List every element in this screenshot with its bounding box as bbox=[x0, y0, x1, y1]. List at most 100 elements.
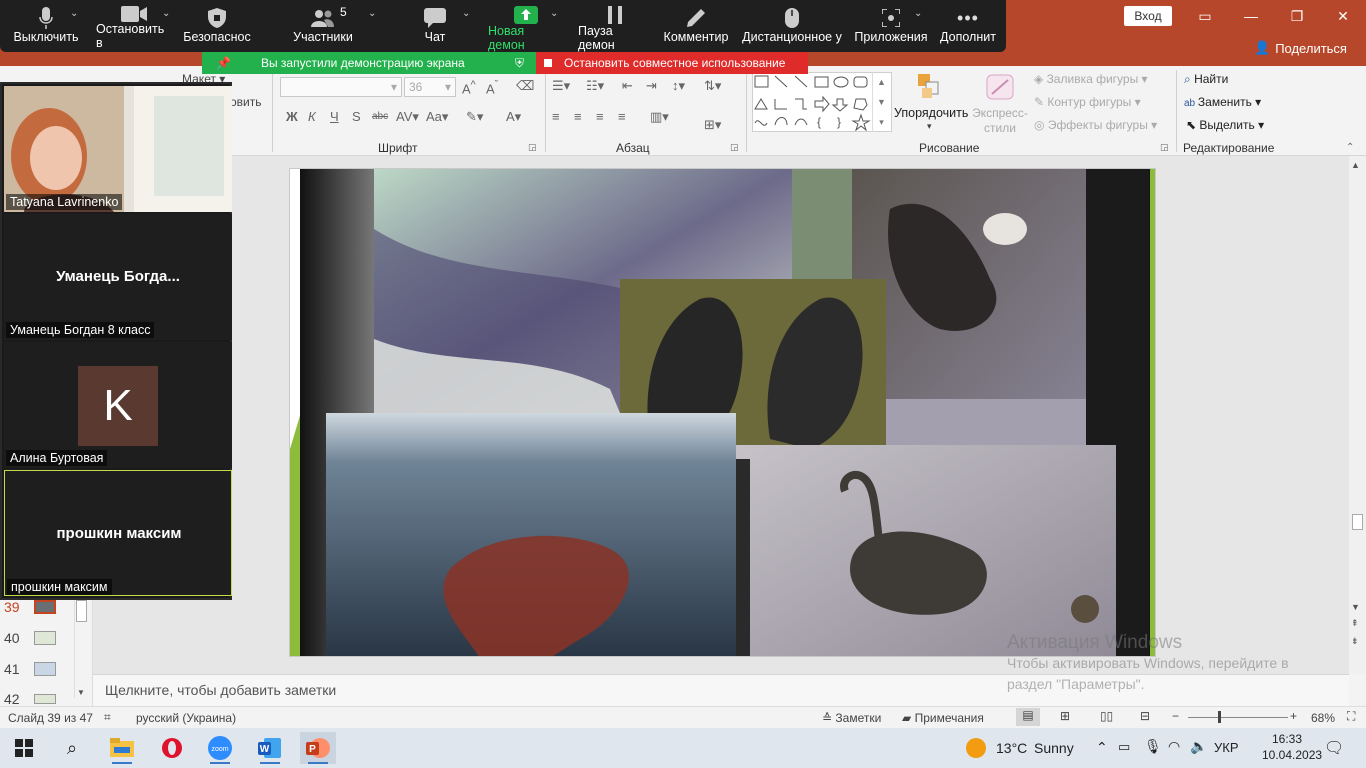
participant-tile-active[interactable]: прошкин максим прошкин максим bbox=[4, 470, 232, 596]
paragraph-dialog-icon[interactable]: ◲ bbox=[730, 142, 739, 153]
replace-button[interactable]: ab Заменить ▾ bbox=[1184, 95, 1261, 109]
fit-slide-icon[interactable]: ⛶ bbox=[1347, 709, 1355, 724]
select-button[interactable]: ⬉ Выделить ▾ bbox=[1186, 118, 1264, 132]
remote-control-button[interactable]: Дистанционное у bbox=[742, 6, 842, 50]
weather-sun-icon[interactable] bbox=[966, 738, 986, 758]
align-right-icon[interactable]: ≡ bbox=[596, 109, 604, 124]
tray-chevron-icon[interactable]: ⌃ bbox=[1096, 739, 1108, 756]
shape-outline-button[interactable]: ✎ Контур фигуры ▾ bbox=[1034, 95, 1141, 109]
font-dialog-icon[interactable]: ◲ bbox=[528, 142, 537, 153]
apps-options-icon[interactable]: ⌄ bbox=[914, 8, 922, 19]
battery-icon[interactable]: ▭ bbox=[1118, 739, 1130, 755]
notes-toggle[interactable]: ≙ Заметки bbox=[822, 711, 881, 725]
minimize-icon[interactable]: — bbox=[1228, 0, 1274, 32]
bullets-icon[interactable]: ☰▾ bbox=[552, 78, 570, 94]
zoom-level[interactable]: 68% bbox=[1311, 711, 1335, 725]
volume-icon[interactable]: 🔈 bbox=[1190, 738, 1207, 755]
bold-icon[interactable]: Ж bbox=[286, 109, 298, 124]
chat-button[interactable]: Чат bbox=[418, 6, 452, 50]
drawing-dialog-icon[interactable]: ◲ bbox=[1160, 142, 1169, 153]
weather-temp[interactable]: 13°C bbox=[996, 740, 1027, 756]
zoom-slider-thumb[interactable] bbox=[1218, 711, 1221, 723]
scroll-thumb[interactable] bbox=[1352, 514, 1363, 530]
thumb-slide-42[interactable] bbox=[34, 694, 56, 704]
wifi-icon[interactable]: ◠ bbox=[1168, 738, 1180, 755]
search-icon[interactable]: ⌕ bbox=[54, 732, 90, 764]
language-indicator[interactable]: русский (Украина) bbox=[136, 711, 236, 725]
keyboard-language[interactable]: УКР bbox=[1214, 740, 1239, 755]
more-button[interactable]: ••• Дополнит bbox=[938, 6, 998, 50]
pause-share-button[interactable]: Пауза демон bbox=[578, 6, 652, 52]
microphone-icon[interactable]: 🎙 bbox=[1144, 738, 1162, 755]
start-icon[interactable] bbox=[6, 732, 42, 764]
participant-tile[interactable]: K Алина Буртовая bbox=[4, 342, 232, 468]
thumbs-scroll-thumb[interactable] bbox=[76, 600, 87, 622]
shadow-icon[interactable]: S bbox=[352, 109, 361, 124]
arrange-dropdown-icon[interactable]: ▾ bbox=[927, 121, 932, 132]
justify-icon[interactable]: ≡ bbox=[618, 109, 626, 124]
text-direction-icon[interactable]: ⇅▾ bbox=[704, 78, 721, 94]
clear-format-icon[interactable]: ⌫ bbox=[516, 78, 534, 94]
scroll-down-icon[interactable]: ▼ bbox=[1351, 602, 1360, 612]
thumb-slide-40[interactable] bbox=[34, 631, 56, 645]
thumb-slide-39[interactable] bbox=[34, 600, 56, 614]
increase-indent-icon[interactable]: ⇥ bbox=[646, 78, 657, 94]
mute-options-icon[interactable]: ⌄ bbox=[70, 8, 78, 19]
vertical-scrollbar[interactable]: ▲ ▼ ⇞ ⇟ bbox=[1349, 156, 1366, 674]
slideshow-icon[interactable]: ⊟ bbox=[1140, 709, 1150, 723]
participant-tile[interactable]: Уманець Богда... Уманець Богдан 8 класс bbox=[4, 214, 232, 340]
clock[interactable]: 16:33 10.04.2023 bbox=[1262, 731, 1322, 763]
zoom-in-icon[interactable]: + bbox=[1290, 709, 1297, 723]
strikethrough-icon[interactable]: abc bbox=[372, 111, 388, 122]
share-button[interactable]: 👤 Поделиться bbox=[1254, 40, 1347, 56]
accessibility-icon[interactable]: ⌗ bbox=[104, 710, 111, 725]
find-button[interactable]: ⌕ Найти bbox=[1184, 72, 1228, 87]
numbering-icon[interactable]: ☷▾ bbox=[586, 78, 604, 94]
reading-view-icon[interactable]: ▯▯ bbox=[1100, 709, 1113, 723]
zoom-out-icon[interactable]: − bbox=[1172, 709, 1179, 723]
line-spacing-icon[interactable]: ↕▾ bbox=[672, 78, 685, 94]
file-explorer-icon[interactable] bbox=[104, 732, 140, 764]
opera-icon[interactable] bbox=[154, 732, 190, 764]
participants-options-icon[interactable]: ⌄ bbox=[368, 8, 376, 19]
video-options-icon[interactable]: ⌄ bbox=[162, 8, 170, 19]
thumb-slide-41[interactable] bbox=[34, 662, 56, 676]
slide-canvas[interactable] bbox=[289, 168, 1156, 657]
shapes-gallery[interactable]: {} bbox=[752, 72, 892, 132]
decrease-indent-icon[interactable]: ⇤ bbox=[622, 78, 633, 94]
notifications-icon[interactable]: 🗨 bbox=[1324, 738, 1344, 758]
arrange-button[interactable]: Упорядочить bbox=[894, 106, 968, 120]
powerpoint-icon[interactable]: P bbox=[300, 732, 336, 764]
columns-icon[interactable]: ▥▾ bbox=[650, 109, 669, 125]
stop-share-button[interactable]: Остановить совместное использование bbox=[536, 52, 808, 74]
underline-icon[interactable]: Ч bbox=[330, 109, 339, 124]
zoom-app-icon[interactable]: zoom bbox=[202, 732, 238, 764]
font-name-combo[interactable]: ▾ bbox=[280, 77, 402, 97]
close-icon[interactable]: ✕ bbox=[1320, 0, 1366, 32]
restore-icon[interactable]: ❐ bbox=[1274, 0, 1320, 32]
signin-button[interactable]: Вход bbox=[1124, 6, 1172, 26]
word-icon[interactable]: W bbox=[252, 732, 288, 764]
comments-toggle[interactable]: ▰ Примечания bbox=[902, 711, 984, 725]
shape-fill-button[interactable]: ◈ Заливка фигуры ▾ bbox=[1034, 72, 1148, 86]
quick-styles-button[interactable]: Экспресс- стили bbox=[970, 106, 1030, 136]
security-button[interactable]: Безопаснос bbox=[183, 6, 251, 50]
scroll-up-icon[interactable]: ▲ bbox=[1351, 160, 1360, 170]
shape-effects-button[interactable]: ◎ Эффекты фигуры ▾ bbox=[1034, 118, 1157, 132]
chat-options-icon[interactable]: ⌄ bbox=[462, 8, 470, 19]
weather-desc[interactable]: Sunny bbox=[1034, 740, 1074, 756]
smartart-icon[interactable]: ⊞▾ bbox=[704, 117, 721, 133]
slide-sorter-icon[interactable]: ⊞ bbox=[1060, 709, 1070, 723]
highlight-icon[interactable]: ✎▾ bbox=[466, 109, 483, 125]
char-spacing-icon[interactable]: AV▾ bbox=[396, 109, 419, 125]
share-options-icon[interactable]: ⌄ bbox=[550, 8, 558, 19]
align-left-icon[interactable]: ≡ bbox=[552, 109, 560, 124]
zoom-slider[interactable] bbox=[1188, 717, 1288, 718]
reset-button-partial[interactable]: овить bbox=[230, 95, 262, 109]
participant-tile[interactable]: Tatyana Lavrinenko bbox=[4, 86, 232, 212]
prev-slide-icon[interactable]: ⇞ bbox=[1351, 618, 1359, 629]
thumbs-scrollbar[interactable]: ▼ bbox=[74, 600, 88, 698]
thumbs-scroll-down-icon[interactable]: ▼ bbox=[77, 688, 85, 697]
shrink-font-icon[interactable]: Aˇ bbox=[486, 79, 498, 96]
collapse-ribbon-icon[interactable]: ⌃ bbox=[1346, 142, 1354, 153]
